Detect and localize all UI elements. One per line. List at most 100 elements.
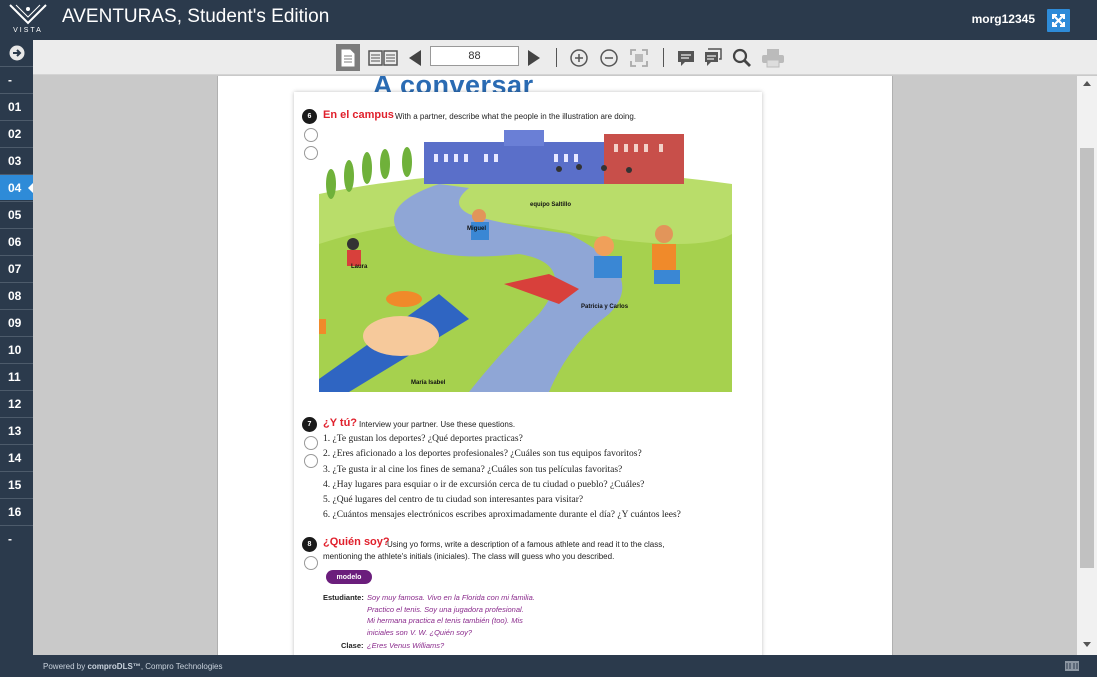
sidebar-item-chapter-01[interactable]: 01: [0, 93, 33, 119]
activity-instruction: With a partner, describe what the people…: [395, 112, 637, 121]
chapter-sidebar: -01 02 03 04 05 06 07 08 09 10 11 12 13 14 15 16-: [0, 40, 33, 655]
comments-icon: [705, 47, 722, 66]
book-page: A conversar 6 En el campus With a partne…: [217, 76, 893, 655]
activity-instruction: mentioning the athlete's initials (inici…: [323, 552, 615, 561]
powered-by-brand: comproDLS™: [87, 662, 141, 671]
activity-title: ¿Quién soy?: [323, 536, 390, 548]
illustration-label: Patricia y Carlos: [581, 304, 629, 310]
powered-by-prefix: Powered by: [43, 662, 88, 671]
speaking-icon: [304, 146, 318, 160]
sidebar-item-collapse[interactable]: -: [0, 66, 33, 92]
group-work-icon: [304, 556, 318, 570]
activity-number-badge: 7: [302, 417, 317, 432]
zoom-in-icon: [570, 48, 588, 67]
dialogue-line: Soy muy famosa. Vivo en la Florida con m…: [367, 593, 535, 602]
speaking-icon: [304, 454, 318, 468]
sidebar-item-chapter-03[interactable]: 03: [0, 147, 33, 173]
list-item: 1. ¿Te gustan los deportes? ¿Qué deporte…: [323, 434, 523, 444]
dialogue-text: Soy muy famosa. Vivo en la Florida con m…: [367, 592, 535, 638]
activity-number-badge: 6: [302, 109, 317, 124]
print-button[interactable]: [760, 44, 786, 71]
username[interactable]: morg12345: [972, 12, 1035, 26]
activity-instruction: Interview your partner. Use these questi…: [359, 420, 516, 429]
scroll-down-arrow-icon[interactable]: [1083, 642, 1091, 647]
sidebar-toggle-button[interactable]: [0, 40, 33, 66]
illustration-label: María Isabel: [411, 380, 446, 386]
dialogue-speaker-label: Clase:: [341, 641, 364, 650]
list-item: 3. ¿Te gusta ir al cine los fines de sem…: [323, 464, 623, 475]
triangle-right-icon: [528, 49, 540, 66]
activity-title: En el campus: [323, 109, 394, 121]
sidebar-item-chapter-09[interactable]: 09: [0, 309, 33, 335]
app-title: AVENTURAS, Student's Edition: [62, 6, 330, 27]
sidebar-item-chapter-08[interactable]: 08: [0, 282, 33, 308]
search-button[interactable]: [731, 44, 753, 71]
sidebar-item-chapter-16[interactable]: 16: [0, 498, 33, 524]
question-list: 1. ¿Te gustan los deportes? ¿Qué deporte…: [323, 432, 681, 524]
sidebar-item-chapter-14[interactable]: 14: [0, 444, 33, 470]
sidebar-item-chapter-05[interactable]: 05: [0, 201, 33, 227]
dialogue-line: ¿Eres Venus Williams?: [367, 641, 445, 650]
sidebar-item-chapter-10[interactable]: 10: [0, 336, 33, 362]
illustration-label: Miguel: [467, 226, 486, 232]
footer-bar: Powered by comproDLS™, Compro Technologi…: [0, 655, 1097, 677]
sidebar-item-chapter-13[interactable]: 13: [0, 417, 33, 443]
printer-icon: [762, 48, 784, 67]
pair-work-icon: [304, 128, 318, 142]
dialogue-line: iniciales son V. W. ¿Quién soy?: [367, 627, 473, 637]
powered-by-suffix: , Compro Technologies: [140, 662, 223, 671]
reader-content-area: A conversar 6 En el campus With a partne…: [33, 76, 1077, 655]
double-page-view-button[interactable]: [366, 44, 400, 71]
list-item: 2. ¿Eres aficionado a los deportes profe…: [323, 449, 642, 460]
book-toggle-icon[interactable]: [1065, 661, 1079, 671]
fullscreen-button[interactable]: [1047, 9, 1070, 32]
dialogue-speaker-label: Estudiante:: [323, 593, 364, 602]
reader-toolbar: [33, 40, 1097, 75]
sidebar-item-chapter-12[interactable]: 12: [0, 390, 33, 416]
scroll-up-arrow-icon[interactable]: [1083, 81, 1091, 86]
single-page-icon: [341, 49, 355, 66]
vertical-scrollbar[interactable]: [1077, 76, 1097, 655]
powered-by-text: Powered by comproDLS™, Compro Technologi…: [43, 662, 223, 671]
zoom-out-button[interactable]: [598, 44, 620, 71]
zoom-out-icon: [600, 48, 618, 67]
toolbar-divider: [663, 48, 664, 67]
sidebar-item-collapse[interactable]: -: [0, 525, 33, 551]
activity-number-badge: 8: [302, 537, 317, 552]
next-page-button[interactable]: [524, 44, 544, 71]
triangle-left-icon: [409, 49, 421, 66]
activity-title: ¿Y tú?: [323, 417, 358, 429]
toolbar-divider: [556, 48, 557, 67]
expand-icon: [1052, 14, 1065, 27]
dialogue-line: Practico el tenis. Soy una jugadora prof…: [367, 604, 524, 614]
sidebar-item-chapter-07[interactable]: 07: [0, 255, 33, 281]
top-bar: VISTA AVENTURAS, Student's Edition morg1…: [0, 0, 1097, 40]
sidebar-item-chapter-11[interactable]: 11: [0, 363, 33, 389]
single-page-view-button[interactable]: [336, 44, 360, 71]
modelo-badge: modelo: [326, 570, 372, 584]
notes-list-button[interactable]: [702, 44, 724, 71]
sidebar-item-chapter-04[interactable]: 04: [0, 174, 33, 200]
dialogue-line: Mi hermana practica el tenis también (to…: [367, 616, 523, 625]
pair-work-icon: [304, 436, 318, 450]
vista-logo: VISTA: [8, 3, 48, 37]
list-item: 4. ¿Hay lugares para esquiar o ir de exc…: [323, 479, 645, 490]
zoom-in-button[interactable]: [568, 44, 590, 71]
logo-text: VISTA: [13, 27, 43, 34]
activity-sheet: 6 En el campus With a partner, describe …: [294, 92, 762, 655]
scrollbar-thumb[interactable]: [1080, 148, 1094, 568]
search-icon: [732, 48, 751, 67]
list-item: 6. ¿Cuántos mensajes electrónicos escrib…: [323, 510, 681, 521]
sidebar-item-chapter-06[interactable]: 06: [0, 228, 33, 254]
previous-page-button[interactable]: [405, 44, 425, 71]
page-number-input[interactable]: [430, 46, 519, 66]
sidebar-item-chapter-15[interactable]: 15: [0, 471, 33, 497]
arrow-circle-right-icon: [9, 45, 24, 61]
vista-logo-icon: [9, 4, 47, 25]
fit-page-button[interactable]: [628, 44, 650, 71]
list-item: 5. ¿Qué lugares del centro de tu ciudad …: [323, 495, 584, 506]
sidebar-item-chapter-02[interactable]: 02: [0, 120, 33, 146]
activity-instruction: Using yo forms, write a description of a…: [387, 540, 665, 549]
add-note-button[interactable]: [675, 44, 697, 71]
fit-page-icon: [630, 48, 648, 67]
